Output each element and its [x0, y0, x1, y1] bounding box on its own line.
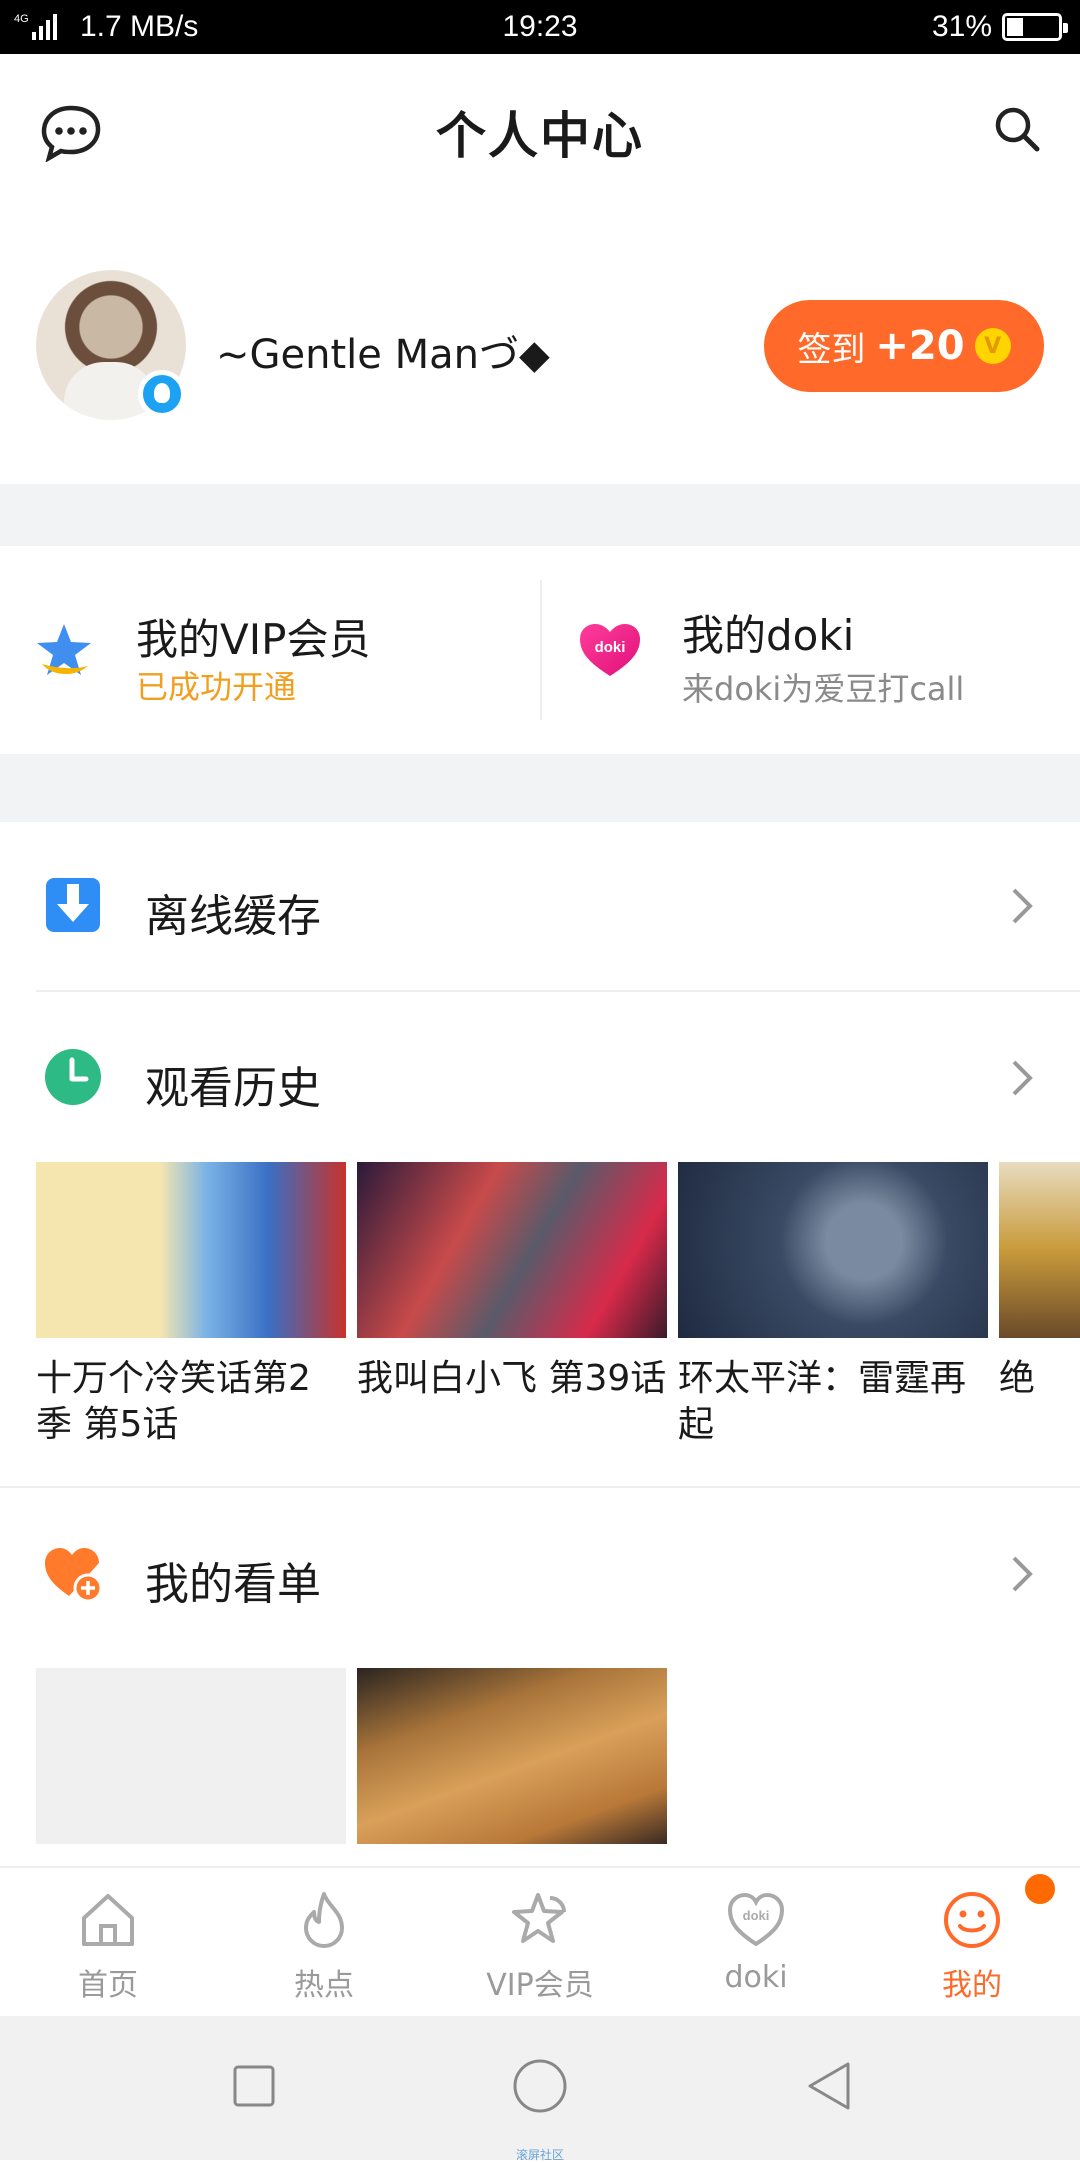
video-thumbnail — [678, 1162, 988, 1338]
history-item[interactable]: 绝 — [999, 1162, 1080, 1402]
nav-hot[interactable]: 热点 — [216, 1868, 432, 2018]
checkin-button[interactable]: 签到 +20 V — [764, 300, 1044, 392]
doki-heart-icon: doki — [727, 1892, 785, 1947]
section-gap — [0, 484, 1080, 546]
offline-cache-label: 离线缓存 — [145, 891, 321, 942]
vip-title: 我的VIP会员 — [136, 615, 371, 664]
svg-text:doki: doki — [595, 639, 626, 656]
video-thumbnail-placeholder — [36, 1668, 346, 1844]
coin-icon: V — [974, 328, 1011, 364]
checkin-points: +20 — [875, 323, 965, 369]
vip-status: 已成功开通 — [136, 668, 297, 706]
video-thumbnail — [999, 1162, 1080, 1338]
history-item[interactable]: 十万个冷笑话第2季 第5话 — [36, 1162, 346, 1448]
chevron-right-icon — [1012, 888, 1033, 924]
chevron-right-icon — [1012, 1060, 1033, 1096]
watchlist-list — [36, 1668, 1080, 1844]
watchlist-row[interactable]: 我的看单 — [0, 1510, 1080, 1640]
svg-text:doki: doki — [743, 1908, 770, 1923]
chevron-right-icon — [1012, 1556, 1033, 1592]
video-thumbnail — [36, 1162, 346, 1338]
video-thumbnail — [357, 1162, 667, 1338]
qq-penguin-icon — [138, 370, 186, 418]
clock-icon — [45, 1049, 101, 1105]
vip-star-moon-icon — [37, 624, 91, 675]
bottom-nav: 首页 热点 VIP会员 doki doki 我的 — [0, 1866, 1080, 2016]
history-item[interactable]: 环太平洋：雷霆再起 — [678, 1162, 988, 1448]
battery-icon — [1002, 13, 1068, 41]
watchlist-item[interactable] — [36, 1668, 346, 1844]
home-icon — [82, 1894, 134, 1946]
video-title: 环太平洋：雷霆再起 — [678, 1358, 967, 1445]
nav-label: VIP会员 — [486, 1968, 594, 2003]
video-title: 绝 — [999, 1358, 1036, 1399]
nav-doki[interactable]: doki doki — [648, 1868, 864, 2018]
watchlist-label: 我的看单 — [145, 1559, 321, 1610]
profile-section: ~Gentle Manづ◆ 签到 +20 V — [0, 204, 1080, 484]
doki-icon: doki — [580, 624, 640, 676]
nav-label: 热点 — [294, 1968, 354, 2003]
watch-history-row[interactable]: 观看历史 — [0, 1014, 1080, 1144]
nav-label: 首页 — [78, 1968, 138, 2003]
doki-title: 我的doki — [682, 611, 855, 660]
user-nickname[interactable]: ~Gentle Manづ◆ — [216, 322, 550, 380]
page-header: 个人中心 — [0, 54, 1080, 204]
brand-watermark: 滚屏社区 — [515, 2148, 564, 2162]
checkin-label: 签到 — [797, 329, 866, 370]
row-divider — [36, 990, 1080, 992]
nav-label: doki — [724, 1960, 788, 1995]
nav-home[interactable]: 首页 — [0, 1868, 216, 2018]
nav-vip[interactable]: VIP会员 — [432, 1868, 648, 2018]
section-gap — [0, 754, 1080, 822]
vip-star-icon — [512, 1893, 566, 1943]
watchlist-item[interactable] — [357, 1668, 667, 1844]
doki-subtitle: 来doki为爱豆打call — [682, 670, 965, 708]
video-title: 我叫白小飞 第39话 — [357, 1358, 667, 1399]
back-button[interactable] — [804, 2060, 852, 2112]
flame-icon — [304, 1892, 344, 1948]
video-thumbnail — [357, 1668, 667, 1844]
doki-card[interactable]: doki 我的doki 来doki为爱豆打call — [542, 546, 1080, 754]
offline-cache-row[interactable]: 离线缓存 — [0, 842, 1080, 972]
download-icon — [46, 878, 100, 932]
heart-plus-icon — [45, 1548, 103, 1603]
history-list: 十万个冷笑话第2季 第5话 我叫白小飞 第39话 环太平洋：雷霆再起 绝 — [36, 1162, 1080, 1462]
history-item[interactable]: 我叫白小飞 第39话 — [357, 1162, 667, 1402]
watch-history-label: 观看历史 — [145, 1063, 321, 1114]
status-time: 19:23 — [502, 10, 578, 43]
recent-apps-button[interactable] — [232, 2064, 276, 2108]
nav-label: 我的 — [942, 1968, 1002, 2003]
page-title: 个人中心 — [436, 107, 644, 165]
system-navigation-bar: 滚屏社区 — [0, 2016, 1080, 2162]
vip-card[interactable]: 我的VIP会员 已成功开通 — [0, 546, 540, 754]
battery-percent: 31% — [931, 10, 992, 43]
notification-dot — [1025, 1874, 1055, 1904]
search-icon[interactable] — [992, 104, 1042, 154]
membership-cards: 我的VIP会员 已成功开通 doki 我的doki 来doki为爱豆打call — [0, 546, 1080, 754]
smiley-icon — [944, 1892, 1000, 1948]
home-button[interactable] — [512, 2058, 568, 2114]
row-divider — [0, 1486, 1080, 1488]
status-bar: 4G 1.7 MB/s 19:23 31% — [0, 0, 1080, 54]
video-title: 十万个冷笑话第2季 第5话 — [36, 1358, 311, 1445]
